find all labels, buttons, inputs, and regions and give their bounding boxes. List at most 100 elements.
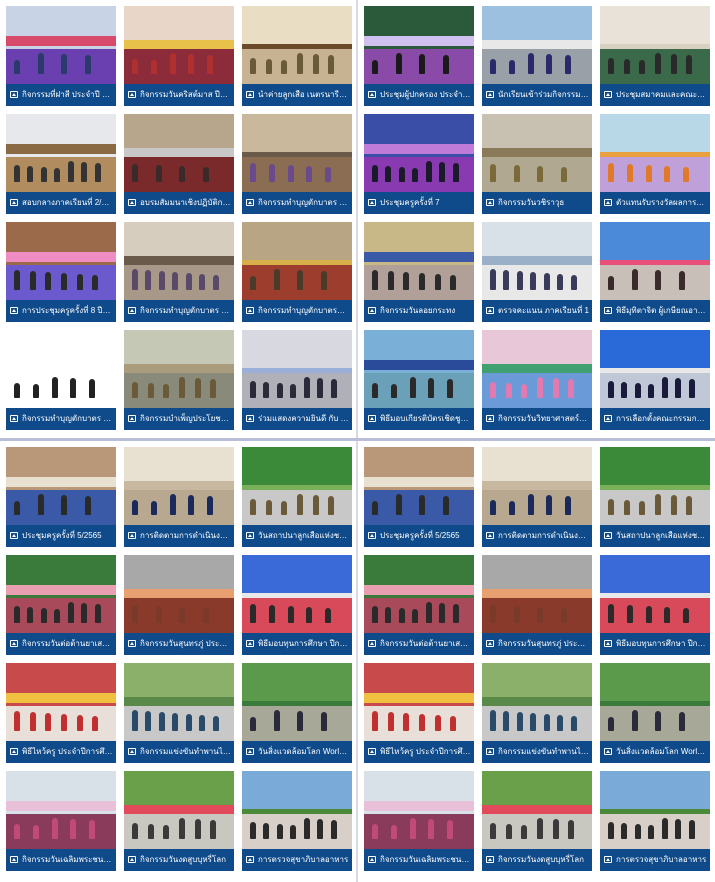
gallery-caption[interactable]: กิจกรรมทำบุญตักบาตร พิธีรด [124,300,234,322]
gallery-thumbnail[interactable] [124,114,234,192]
gallery-card[interactable]: กิจกรรมทำบุญตักบาตร พิธีรด [6,330,116,430]
gallery-card[interactable]: กิจกรรมวันต่อต้านยาเสพติด [6,555,116,655]
gallery-caption[interactable]: กิจกรรมวันคริสต์มาส ปีการศึกษา [124,84,234,106]
gallery-thumbnail[interactable] [482,114,592,192]
gallery-card[interactable]: ประชุมครูครั้งที่ 5/2565 [364,447,474,547]
gallery-thumbnail[interactable] [6,222,116,300]
gallery-caption[interactable]: วันสิ่งแวดล้อมโลก World Environment [600,741,710,763]
gallery-thumbnail[interactable] [242,222,352,300]
gallery-card[interactable]: นักเรียนเข้าร่วมกิจกรรม Open House [482,6,592,106]
gallery-caption[interactable]: การติดตามการดำเนินงานการ [482,525,592,547]
gallery-caption[interactable]: ตัวแทนรับรางวัลผลการศึกษา [600,192,710,214]
gallery-thumbnail[interactable] [242,447,352,525]
gallery-caption[interactable]: กิจกรรมวันลอยกระทง [364,300,474,322]
gallery-thumbnail[interactable] [600,6,710,84]
gallery-thumbnail[interactable] [364,222,474,300]
gallery-thumbnail[interactable] [242,114,352,192]
gallery-caption[interactable]: การติดตามการดำเนินงานการ [124,525,234,547]
gallery-thumbnail[interactable] [6,114,116,192]
gallery-thumbnail[interactable] [124,447,234,525]
gallery-caption[interactable]: กิจกรรมทำบุญตักบาตร พิธีรด [242,192,352,214]
gallery-thumbnail[interactable] [364,663,474,741]
gallery-thumbnail[interactable] [242,663,352,741]
gallery-card[interactable]: กิจกรรมวันงดสูบบุหรี่โลก [124,771,234,871]
gallery-card[interactable]: กิจกรรมวันงดสูบบุหรี่โลก [482,771,592,871]
gallery-caption[interactable]: กิจกรรมทำบุญตักบาตร พิธีรด [6,408,116,430]
gallery-thumbnail[interactable] [124,330,234,408]
gallery-card[interactable]: พิธีมอบทุนการศึกษา ปีการศึกษา [242,555,352,655]
gallery-card[interactable]: กิจกรรมวันสุนทรภู่ ประจำปี 2565 [482,555,592,655]
gallery-thumbnail[interactable] [6,330,116,408]
gallery-thumbnail[interactable] [482,555,592,633]
gallery-caption[interactable]: วันสถาปนาลูกเสือแห่งชาติ ประจำปี [600,525,710,547]
gallery-caption[interactable]: ประชุมครูครั้งที่ 7 [364,192,474,214]
gallery-card[interactable]: กิจกรรมที่ฝาสี ประจำปี 2566 [6,6,116,106]
gallery-thumbnail[interactable] [242,330,352,408]
gallery-caption[interactable]: การเลือกตั้งคณะกรรมการนักเรียน [600,408,710,430]
gallery-thumbnail[interactable] [124,222,234,300]
gallery-caption[interactable]: กิจกรรมวันสุนทรภู่ ประจำปี 2565 [124,633,234,655]
gallery-caption[interactable]: ประชุมสมาคมและคณะกรรมการ [600,84,710,106]
gallery-caption[interactable]: ตรวจคะแนน ภาคเรียนที่ 1 [482,300,592,322]
gallery-card[interactable]: การติดตามการดำเนินงานการ [124,447,234,547]
gallery-thumbnail[interactable] [600,771,710,849]
gallery-card[interactable]: กิจกรรมบำเพ็ญประโยชน์ ลูกเสือ [124,330,234,430]
gallery-card[interactable]: กิจกรรมวันสุนทรภู่ ประจำปี 2565 [124,555,234,655]
gallery-card[interactable]: ตรวจคะแนน ภาคเรียนที่ 1 [482,222,592,322]
gallery-card[interactable]: พิธีมุทิตาจิต ผู้เกษียณอายุราชการ [600,222,710,322]
gallery-card[interactable]: อบรมสัมมนาเชิงปฏิบัติการ [124,114,234,214]
gallery-caption[interactable]: พิธีไหว้ครู ประจำปีการศึกษา [364,741,474,763]
gallery-thumbnail[interactable] [242,771,352,849]
gallery-card[interactable]: สอบกลางภาคเรียนที่ 2/2565 [6,114,116,214]
gallery-caption[interactable]: การตรวจสุขาภิบาลอาหาร [600,849,710,871]
gallery-card[interactable]: กิจกรรมวันเฉลิมพระชนมพรรษา [364,771,474,871]
gallery-thumbnail[interactable] [124,663,234,741]
gallery-caption[interactable]: การตรวจสุขาภิบาลอาหาร [242,849,352,871]
gallery-card[interactable]: พิธีไหว้ครู ประจำปีการศึกษา [6,663,116,763]
gallery-card[interactable]: พิธีมอบเกียรติบัตรเชิดชูเกียรติ [364,330,474,430]
gallery-caption[interactable]: นำค่ายลูกเสือ เนตรนารี ลูกเสือ [242,84,352,106]
gallery-caption[interactable]: กิจกรรมวันงดสูบบุหรี่โลก [482,849,592,871]
gallery-card[interactable]: การติดตามการดำเนินงานการ [482,447,592,547]
gallery-caption[interactable]: วันสิ่งแวดล้อมโลก World Environment [242,741,352,763]
gallery-caption[interactable]: อบรมสัมมนาเชิงปฏิบัติการ [124,192,234,214]
gallery-card[interactable]: กิจกรรมทำบุญตักบาตร พิธีรด [242,114,352,214]
gallery-thumbnail[interactable] [600,447,710,525]
gallery-caption[interactable]: นักเรียนเข้าร่วมกิจกรรม Open House [482,84,592,106]
gallery-card[interactable]: วันสิ่งแวดล้อมโลก World Environment [242,663,352,763]
gallery-caption[interactable]: พิธีมอบเกียรติบัตรเชิดชูเกียรติ [364,408,474,430]
gallery-card[interactable]: การประชุมครูครั้งที่ 8 ปีการศึกษา [6,222,116,322]
gallery-card[interactable]: กิจกรรมวันเฉลิมพระชนมพรรษา [6,771,116,871]
gallery-caption[interactable]: กิจกรรมแข่งขันทำพานไหว้ครู [482,741,592,763]
gallery-thumbnail[interactable] [482,6,592,84]
gallery-thumbnail[interactable] [364,555,474,633]
gallery-caption[interactable]: พิธีมอบทุนการศึกษา ปีการศึกษา [242,633,352,655]
gallery-card[interactable]: นำค่ายลูกเสือ เนตรนารี ลูกเสือ [242,6,352,106]
gallery-card[interactable]: วันสถาปนาลูกเสือแห่งชาติ ประจำปี [600,447,710,547]
gallery-thumbnail[interactable] [482,447,592,525]
gallery-thumbnail[interactable] [364,330,474,408]
gallery-caption[interactable]: กิจกรรมบำเพ็ญประโยชน์ ลูกเสือ [124,408,234,430]
gallery-card[interactable]: กิจกรรมวันคริสต์มาส ปีการศึกษา [124,6,234,106]
gallery-caption[interactable]: กิจกรรมวันเฉลิมพระชนมพรรษา [6,849,116,871]
gallery-card[interactable]: ร่วมแสดงความยินดี กับ นายก [242,330,352,430]
gallery-card[interactable]: วันสถาปนาลูกเสือแห่งชาติ ประจำปี [242,447,352,547]
gallery-caption[interactable]: กิจกรรมวันเฉลิมพระชนมพรรษา [364,849,474,871]
gallery-card[interactable]: กิจกรรมวันต่อต้านยาเสพติด [364,555,474,655]
gallery-card[interactable]: กิจกรรมวันลอยกระทง [364,222,474,322]
gallery-caption[interactable]: กิจกรรมที่ฝาสี ประจำปี 2566 [6,84,116,106]
gallery-card[interactable]: กิจกรรมวันวชิราวุธ [482,114,592,214]
gallery-thumbnail[interactable] [124,6,234,84]
gallery-caption[interactable]: พิธีไหว้ครู ประจำปีการศึกษา [6,741,116,763]
gallery-card[interactable]: ประชุมผู้ปกครอง ประจำภาคเรียน [364,6,474,106]
gallery-card[interactable]: ประชุมสมาคมและคณะกรรมการ [600,6,710,106]
gallery-caption[interactable]: กิจกรรมวันวิทยาศาสตร์ ปีการศึกษา [482,408,592,430]
gallery-card[interactable]: วันสิ่งแวดล้อมโลก World Environment [600,663,710,763]
gallery-thumbnail[interactable] [242,555,352,633]
gallery-card[interactable]: การตรวจสุขาภิบาลอาหาร [242,771,352,871]
gallery-caption[interactable]: พิธีมุทิตาจิต ผู้เกษียณอายุราชการ [600,300,710,322]
gallery-card[interactable]: กิจกรรมแข่งขันทำพานไหว้ครู [482,663,592,763]
gallery-thumbnail[interactable] [600,330,710,408]
gallery-thumbnail[interactable] [6,555,116,633]
gallery-thumbnail[interactable] [600,663,710,741]
